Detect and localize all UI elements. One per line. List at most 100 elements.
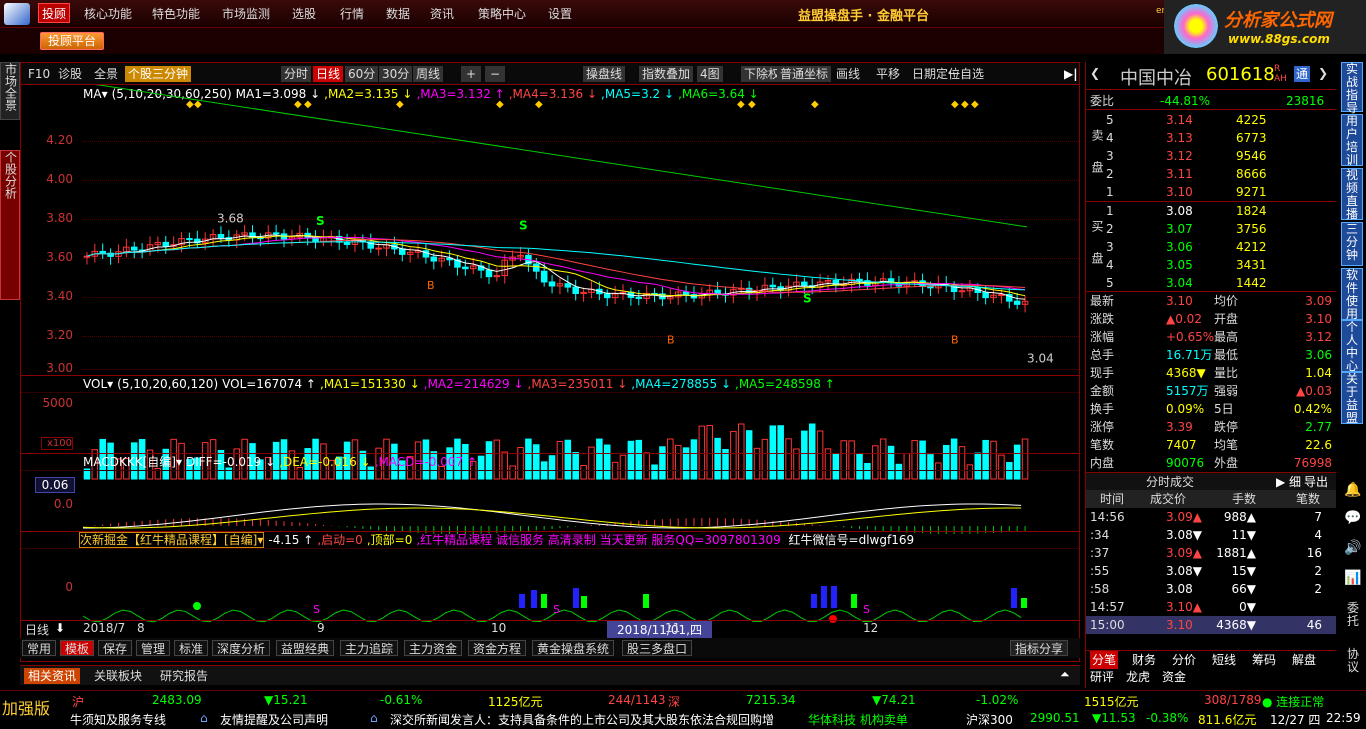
indicator-share-button[interactable]: 指标分享 bbox=[1010, 640, 1069, 656]
template-tab-2[interactable]: 保存 bbox=[98, 640, 133, 656]
info-tab-2[interactable]: 研究报告 bbox=[156, 668, 212, 684]
template-tab-6[interactable]: 益盟经典 bbox=[276, 640, 335, 656]
tab-market-overview[interactable]: 市场全景 bbox=[0, 62, 20, 120]
right-icon-0[interactable]: 🔔 bbox=[1344, 482, 1361, 498]
menu-item-8[interactable]: 策略中心 bbox=[478, 4, 526, 24]
status-bottom-2[interactable]: 友情提醒及公司声明 bbox=[220, 711, 328, 728]
three-minute-button[interactable]: 个股三分钟 bbox=[125, 66, 192, 82]
quote-value-b: 3.06 bbox=[1305, 348, 1332, 362]
template-tab-0[interactable]: 常用 bbox=[22, 640, 57, 656]
rp-tab1-2[interactable]: 分价 bbox=[1170, 651, 1198, 669]
f10-button[interactable]: F10 bbox=[25, 66, 53, 82]
legend-name[interactable]: MACDKKK[自编]▾ bbox=[83, 455, 182, 469]
right-tab-6[interactable]: 关于益盟 bbox=[1341, 372, 1363, 425]
advisor-platform-button[interactable]: 投顾平台 bbox=[40, 32, 104, 50]
quote-label-b: 5日 bbox=[1214, 402, 1234, 416]
period-weekly[interactable]: 周线 bbox=[413, 66, 444, 82]
chart-tool-4[interactable]: 普通坐标 bbox=[777, 66, 832, 82]
right-icon-3[interactable]: 📊 bbox=[1344, 570, 1361, 586]
rp-tab2-2[interactable]: 资金 bbox=[1162, 668, 1186, 686]
chart-tool-2[interactable]: 4图 bbox=[697, 66, 723, 82]
right-icon-1[interactable]: 💬 bbox=[1344, 510, 1361, 526]
connection-status[interactable]: ● 连接正常 bbox=[1262, 693, 1324, 710]
candle-body bbox=[769, 284, 777, 288]
ticks-tab-export[interactable]: 导出 bbox=[1304, 473, 1328, 491]
status-bottom-1[interactable]: ⌂ bbox=[200, 711, 208, 725]
legend-item-3: ,红牛精品课程 诚信服务 高清录制 当天更新 服务QQ=3097801309 bbox=[416, 533, 781, 547]
template-tab-5[interactable]: 深度分析 bbox=[212, 640, 271, 656]
buy-vol: 1442 bbox=[1236, 276, 1267, 290]
ticks-tab-detail[interactable]: ▶ 细 bbox=[1276, 473, 1301, 491]
stock-notice-icon[interactable]: 通 bbox=[1294, 66, 1310, 82]
next-stock-icon[interactable]: ❯ bbox=[1318, 66, 1328, 80]
zoom-out-button[interactable]: − bbox=[485, 66, 505, 82]
rp-tab2-1[interactable]: 龙虎 bbox=[1126, 668, 1150, 686]
rp-tab1-1[interactable]: 财务 bbox=[1130, 651, 1158, 669]
candle-body bbox=[927, 286, 934, 289]
template-tab-9[interactable]: 资金方程 bbox=[468, 640, 527, 656]
period-intraday[interactable]: 分时 bbox=[281, 66, 312, 82]
period-60min[interactable]: 60分 bbox=[345, 66, 379, 82]
ma-line-250 bbox=[95, 85, 1028, 228]
status-bottom-4[interactable]: 深交所新闻发言人：支持具备条件的上市公司及其大股东依法合规回购增 bbox=[390, 711, 806, 728]
rp-tab1-3[interactable]: 短线 bbox=[1210, 651, 1238, 669]
period-30min[interactable]: 30分 bbox=[379, 66, 413, 82]
chart-tool-0[interactable]: 操盘线 bbox=[583, 66, 626, 82]
right-icon-2[interactable]: 🔊 bbox=[1344, 540, 1361, 556]
right-tab-protocol[interactable]: 协议 bbox=[1344, 648, 1362, 674]
legend-item-3: ,MA3=235011 ↓ bbox=[527, 377, 628, 391]
status-bottom-3[interactable]: ⌂ bbox=[370, 711, 378, 725]
quote-label-b: 跌停 bbox=[1214, 420, 1239, 434]
prev-stock-icon[interactable]: ❮ bbox=[1090, 66, 1100, 80]
zoom-in-button[interactable]: + bbox=[461, 66, 481, 82]
chart-tool-6[interactable]: 平移 bbox=[873, 66, 903, 82]
legend-name[interactable]: VOL▾ bbox=[83, 377, 113, 391]
template-tab-11[interactable]: 股三多盘口 bbox=[622, 640, 693, 656]
info-tab-0[interactable]: 相关资讯 bbox=[24, 668, 81, 684]
template-tab-8[interactable]: 主力资金 bbox=[404, 640, 463, 656]
menu-item-4[interactable]: 选股 bbox=[292, 4, 316, 24]
collapse-icon[interactable]: ▶| bbox=[1061, 66, 1081, 82]
right-tab-1[interactable]: 用户培训 bbox=[1341, 114, 1363, 167]
menu-item-0[interactable]: 投顾 bbox=[38, 3, 71, 23]
template-tab-1[interactable]: 模板 bbox=[60, 640, 95, 656]
status-bottom-0[interactable]: 牛须知及服务专线 bbox=[70, 711, 166, 728]
period-daily[interactable]: 日线 bbox=[313, 66, 344, 82]
kline-chart-panel[interactable]: F10 诊股 全景 个股三分钟 分时 日线 60分 30分 周线 + − 操盘线… bbox=[20, 62, 1080, 662]
down-arrow-icon[interactable]: ⬇ bbox=[55, 621, 65, 635]
chart-tool-1[interactable]: 指数叠加 bbox=[639, 66, 694, 82]
right-tab-0[interactable]: 实战指导 bbox=[1341, 62, 1363, 115]
template-tab-3[interactable]: 管理 bbox=[136, 640, 171, 656]
menu-item-5[interactable]: 行情 bbox=[340, 4, 364, 24]
tab-stock-analysis[interactable]: 个股分析 bbox=[0, 150, 20, 300]
menu-item-7[interactable]: 资讯 bbox=[430, 4, 454, 24]
right-tab-2[interactable]: 视频直播 bbox=[1341, 168, 1363, 221]
rp-tab2-0[interactable]: 研评 bbox=[1090, 668, 1114, 686]
collapse-up-icon[interactable]: ⏶ bbox=[1060, 667, 1070, 682]
chart-tool-8[interactable]: 一自选 bbox=[945, 66, 987, 82]
menu-item-1[interactable]: 核心功能 bbox=[84, 4, 132, 24]
info-tab-1[interactable]: 关联板块 bbox=[90, 668, 146, 684]
quote-label-b: 量比 bbox=[1214, 366, 1239, 380]
menu-item-2[interactable]: 特色功能 bbox=[152, 4, 200, 24]
chart-tool-5[interactable]: 画线 bbox=[833, 66, 863, 82]
quote-label-a: 最新 bbox=[1090, 294, 1115, 308]
menu-item-9[interactable]: 设置 bbox=[548, 4, 572, 24]
right-vertical-tabs: 实战指导 用户培训 视频直播 三分钟 软件使用 个人中心 关于益盟 🔔 💬 🔊 📊 委托协议 bbox=[1340, 62, 1366, 688]
right-tab-4[interactable]: 软件使用 bbox=[1341, 268, 1363, 321]
panorama-button[interactable]: 全景 bbox=[91, 66, 121, 82]
template-tab-10[interactable]: 黄金操盘系统 bbox=[532, 640, 615, 656]
rp-tab1-0[interactable]: 分笔 bbox=[1090, 651, 1119, 669]
right-tab-3[interactable]: 三分钟 bbox=[1341, 222, 1363, 266]
menu-item-3[interactable]: 市场监测 bbox=[222, 4, 270, 24]
right-tab-entrust[interactable]: 委托 bbox=[1344, 602, 1362, 628]
rp-tab1-5[interactable]: 解盘 bbox=[1290, 651, 1318, 669]
diagnose-button[interactable]: 诊股 bbox=[55, 66, 85, 82]
right-tab-5[interactable]: 个人中心 bbox=[1341, 320, 1363, 373]
menu-item-6[interactable]: 数据 bbox=[386, 4, 410, 24]
legend-name[interactable]: 次新掘金【红牛精品课程】[自编]▾ bbox=[79, 532, 265, 548]
rp-tab1-4[interactable]: 筹码 bbox=[1250, 651, 1278, 669]
template-tab-4[interactable]: 标准 bbox=[174, 640, 209, 656]
template-tab-7[interactable]: 主力追踪 bbox=[340, 640, 399, 656]
buy-row-3: 4 3.05 3431 bbox=[1086, 256, 1336, 274]
